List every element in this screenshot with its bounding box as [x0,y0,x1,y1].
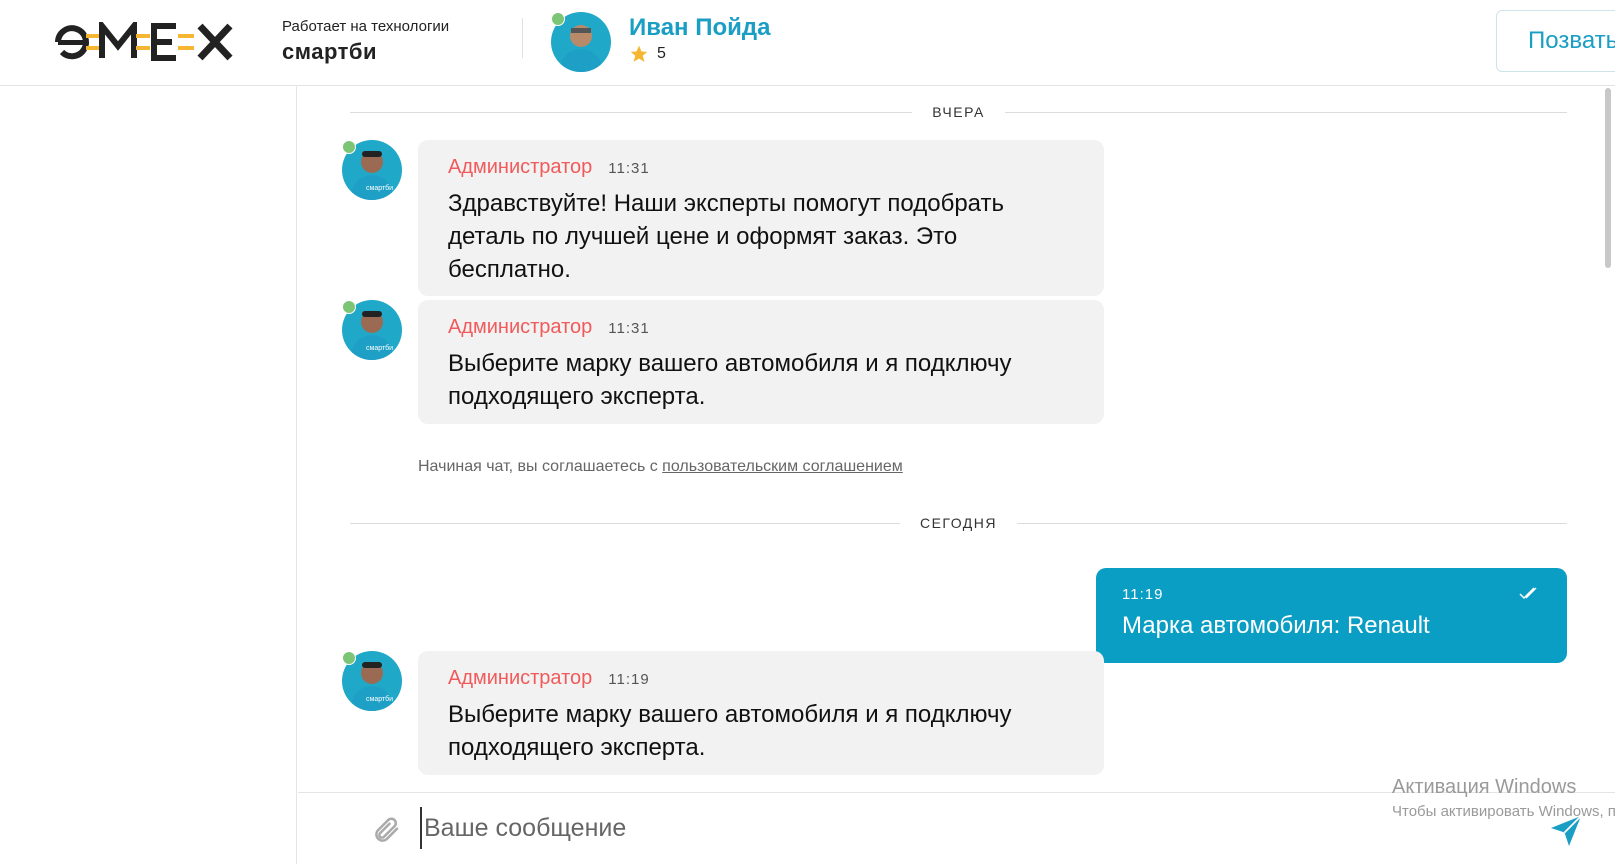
app-header: Работает на технологии смартби Иван Пойд… [0,0,1615,86]
expert-rating: 5 [629,44,666,64]
smartbi-brand: смартби [282,39,377,64]
rating-value: 5 [657,45,666,62]
admin-online-dot [342,140,356,154]
avatar-caption: смартби [366,344,393,352]
chat-feed[interactable]: ВЧЕРА смартби Администратор 11:31 Здравст… [298,86,1615,792]
admin-online-dot [342,651,356,665]
message-input[interactable] [420,807,1420,849]
message-time: 11:31 [608,320,650,337]
left-pane [0,86,297,864]
message-text: Марка автомобиля: Renault [1122,612,1430,639]
message-bubble: Администратор 11:31 Здравствуйте! Наши эк… [418,140,1104,296]
message-text: Здравствуйте! Наши эксперты помогут подо… [448,190,1004,283]
avatar-caption: смартби [366,184,393,192]
double-check-icon [1519,587,1537,600]
message-time: 11:19 [608,671,650,688]
expert-name[interactable]: Иван Пойда [629,14,770,42]
consent-text: Начиная чат, вы соглашаетесь с [418,458,658,475]
powered-by-text: Работает на технологии [282,18,450,35]
message-bubble: Администратор 11:19 Выберите марку вашего… [418,651,1104,775]
star-icon [630,45,648,62]
call-expert-button[interactable]: Позвать [1496,10,1615,72]
date-label: СЕГОДНЯ [919,515,998,531]
message-author: Администратор [448,156,593,178]
chat-scrollbar[interactable] [1605,88,1611,268]
header-divider [522,18,523,58]
admin-online-dot [342,300,356,314]
outgoing-message-bubble: 11:19 Марка автомобиля: Renault [1096,568,1567,663]
date-separator-yesterday: ВЧЕРА [350,102,1567,122]
consent-notice: Начиная чат, вы соглашаетесь с пользоват… [418,458,903,476]
date-separator-today: СЕГОДНЯ [350,513,1567,533]
watermark-title: Активация Windows [1392,776,1577,798]
message-time: 11:19 [1122,586,1164,603]
expert-online-dot [551,12,565,26]
message-author: Администратор [448,667,593,689]
avatar-caption: смартби [366,695,393,703]
emex-logo[interactable] [54,22,260,62]
message-author: Администратор [448,316,593,338]
date-label: ВЧЕРА [932,104,985,120]
paperclip-icon[interactable] [372,815,402,845]
windows-activation-watermark: Активация Windows Чтобы активировать Win… [1392,776,1615,820]
powered-by: Работает на технологии смартби [282,18,449,65]
message-time: 11:31 [608,160,650,177]
message-text: Выберите марку вашего автомобиля и я под… [448,350,1012,410]
user-agreement-link[interactable]: пользовательским соглашением [662,458,903,475]
message-bubble: Администратор 11:31 Выберите марку вашего… [418,300,1104,424]
message-text: Выберите марку вашего автомобиля и я под… [448,701,1012,761]
watermark-subtitle: Чтобы активировать Windows, п [1392,803,1615,820]
